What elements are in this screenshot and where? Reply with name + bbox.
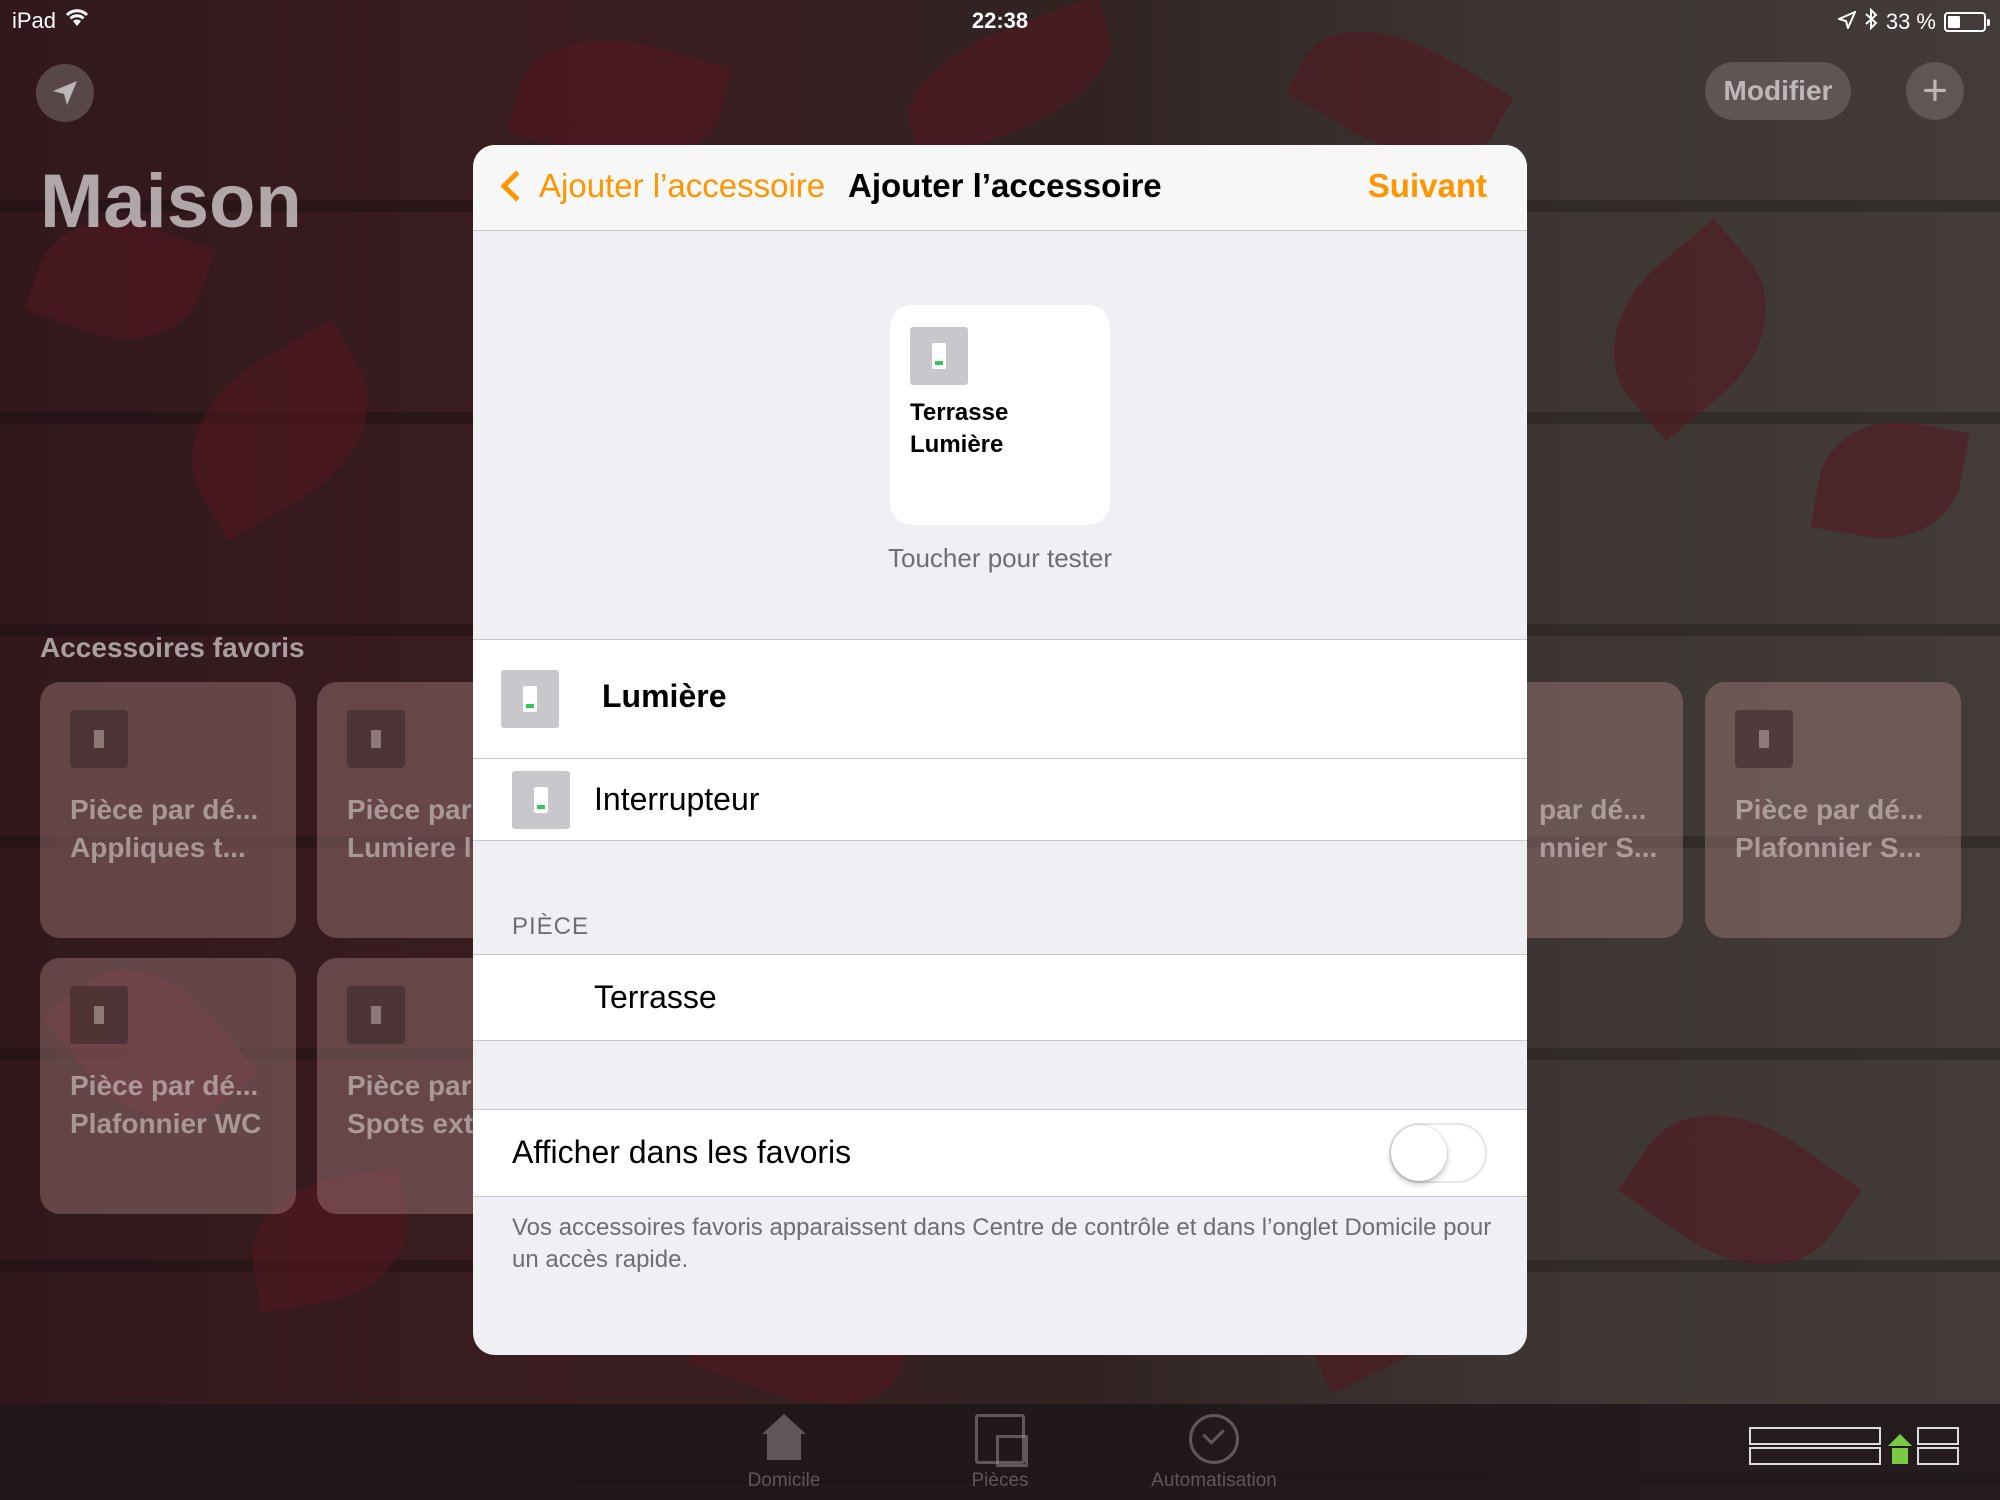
favorite-tile[interactable]: Pièce par dé... Plafonnier WC	[40, 958, 296, 1214]
tile-name: Lumiere l	[347, 832, 472, 863]
switch-icon	[347, 710, 405, 768]
tap-to-test-hint: Toucher pour tester	[887, 543, 1112, 573]
location-arrow-icon	[53, 81, 77, 105]
tile-room: Pièce par	[347, 794, 472, 825]
tab-label: Pièces	[971, 1470, 1029, 1491]
favorite-tile[interactable]: Pièce par dé... Appliques t...	[40, 682, 296, 938]
add-accessory-sheet: Ajouter l’accessoire Ajouter l’accessoir…	[473, 145, 1527, 1355]
back-label: Ajouter l’accessoire	[539, 167, 826, 204]
location-arrow-icon	[1835, 9, 1857, 35]
service-row[interactable]: Interrupteur	[473, 759, 1527, 841]
tab-label: Automatisation	[1151, 1470, 1277, 1491]
house-icon	[759, 1414, 809, 1464]
room-row[interactable]: Terrasse	[473, 955, 1527, 1041]
nav-title: Ajouter l’accessoire	[848, 167, 1162, 204]
room-group: Terrasse	[473, 954, 1527, 1041]
switch-icon	[512, 771, 570, 829]
accessory-name-row[interactable]: Lumière	[473, 640, 1527, 758]
favorite-tile[interactable]: Pièce par dé... Plafonnier S...	[1705, 682, 1961, 938]
favorites-footer-note: Vos accessoires favoris apparaissent dan…	[512, 1214, 1492, 1273]
tab-automatisation[interactable]: Automatisation	[1124, 1414, 1304, 1492]
tile-name: Plafonnier S...	[1735, 832, 1922, 863]
switch-icon	[70, 710, 128, 768]
chevron-left-icon	[500, 170, 532, 202]
favorites-toggle[interactable]	[1389, 1123, 1487, 1183]
home-title: Maison	[40, 159, 302, 244]
tile-name: Spots ext	[347, 1108, 474, 1139]
room-section-header: PIÈCE	[512, 913, 590, 940]
service-name: Interrupteur	[594, 781, 760, 817]
bluetooth-icon	[1864, 7, 1878, 36]
battery-icon	[1944, 12, 1990, 32]
switch-icon	[347, 986, 405, 1044]
tile-name: Appliques t...	[70, 832, 246, 863]
tab-label: Domicile	[747, 1470, 821, 1491]
clock: 22:38	[971, 8, 1029, 33]
accessory-preview-tile[interactable]: Terrasse Lumière	[890, 305, 1110, 525]
location-button[interactable]	[36, 64, 94, 122]
tile-name: nnier S...	[1539, 832, 1658, 863]
site-logo	[1748, 1424, 1960, 1468]
favorites-label: Afficher dans les favoris	[512, 1134, 852, 1170]
switch-icon	[910, 327, 968, 385]
modify-button[interactable]: Modifier	[1705, 62, 1851, 120]
tile-room: Pièce par dé...	[1735, 794, 1924, 825]
clock-check-icon	[1189, 1414, 1239, 1464]
battery-percent: 33 %	[1885, 9, 1936, 34]
status-right: 33 %	[1835, 7, 1990, 36]
favorites-row: Afficher dans les favoris	[473, 1110, 1527, 1197]
favorites-group: Afficher dans les favoris	[473, 1109, 1527, 1197]
preview-name: Lumière	[910, 431, 1004, 458]
preview-room: Terrasse	[910, 399, 1009, 426]
room-value: Terrasse	[594, 979, 717, 1015]
tile-room: par dé...	[1539, 794, 1647, 825]
add-button[interactable]: +	[1906, 62, 1964, 120]
rooms-icon	[975, 1414, 1028, 1467]
switch-icon	[70, 986, 128, 1044]
switch-icon	[1735, 710, 1793, 768]
next-button[interactable]: Suivant	[1368, 167, 1487, 205]
tile-room: Pièce par dé...	[70, 1070, 259, 1101]
status-bar: iPad 22:38 33 %	[0, 0, 2000, 40]
accessory-name: Lumière	[602, 678, 727, 714]
nav-bar: Ajouter l’accessoire Ajouter l’accessoir…	[473, 145, 1527, 231]
accessory-group: Lumière Interrupteur	[473, 639, 1527, 841]
back-button[interactable]: Ajouter l’accessoire	[497, 167, 825, 205]
toggle-knob	[1391, 1125, 1447, 1181]
tab-bar: Domicile Pièces Automatisation	[0, 1404, 2000, 1500]
tile-room: Pièce par dé...	[70, 794, 259, 825]
tab-pieces[interactable]: Pièces	[910, 1414, 1090, 1492]
favorites-section-title: Accessoires favoris	[40, 632, 305, 663]
tile-room: Pièce par	[347, 1070, 472, 1101]
tab-domicile[interactable]: Domicile	[694, 1414, 874, 1492]
switch-icon	[501, 670, 559, 728]
tile-name: Plafonnier WC	[70, 1108, 262, 1139]
plus-icon: +	[1922, 66, 1948, 115]
